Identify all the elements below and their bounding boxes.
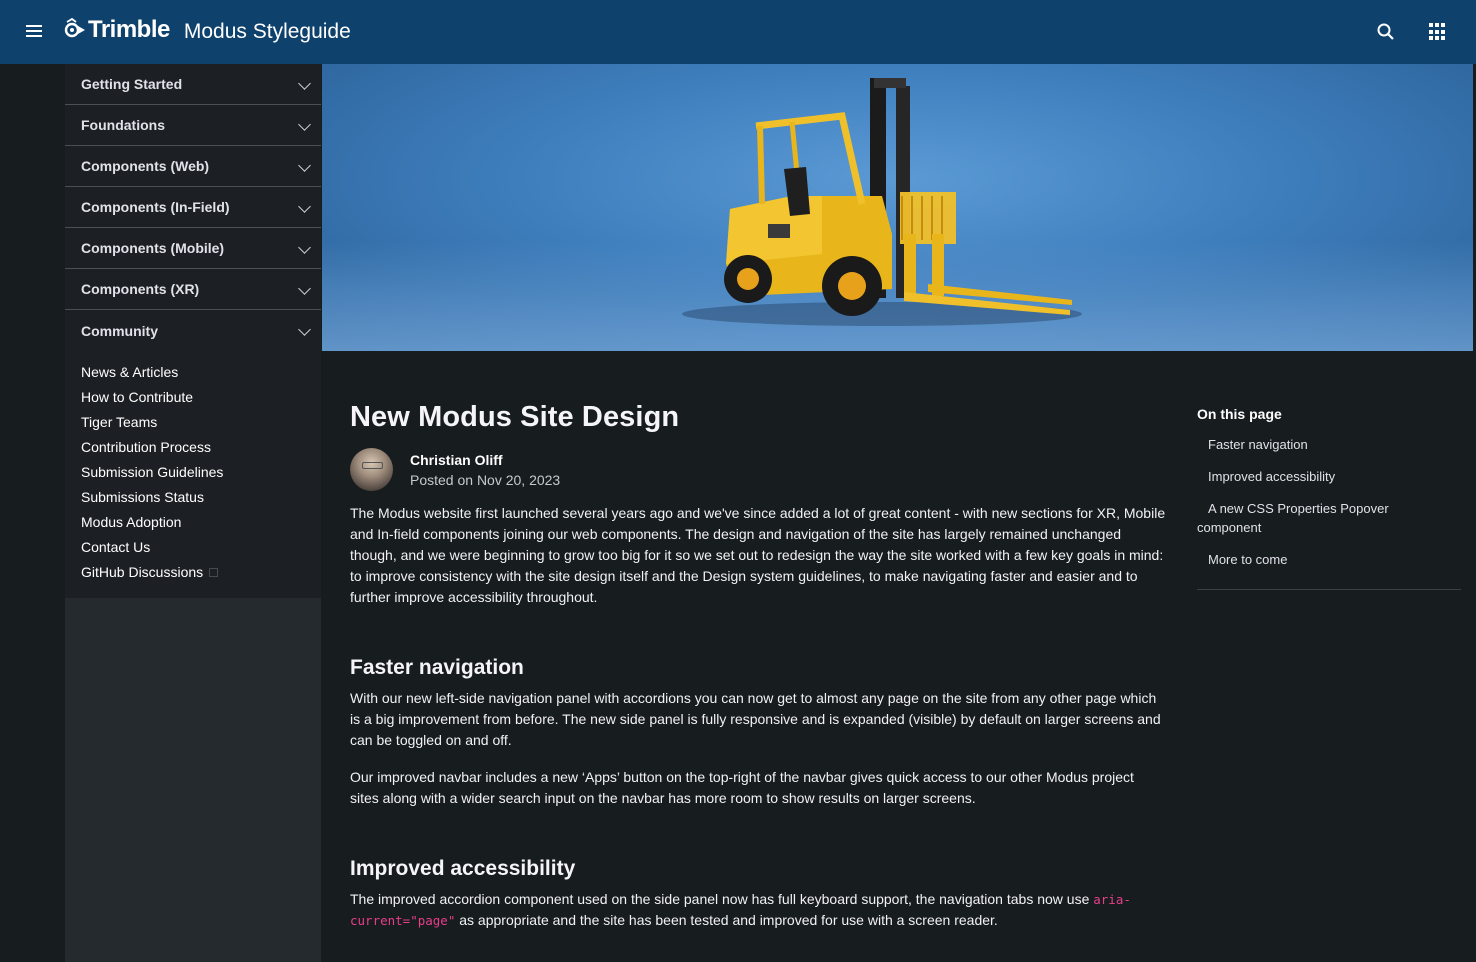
apps-grid-icon[interactable] bbox=[1429, 23, 1447, 41]
accordion-label: Getting Started bbox=[81, 76, 183, 92]
brand-name: Trimble bbox=[88, 16, 170, 43]
accordion-components-in-field[interactable]: Components (In-Field) bbox=[65, 187, 321, 228]
page-title: New Modus Site Design bbox=[350, 401, 680, 433]
chevron-down-icon bbox=[298, 241, 311, 254]
sidebar-item-submissions-status[interactable]: Submissions Status bbox=[65, 484, 321, 509]
on-this-page: On this page Faster navigation Improved … bbox=[1197, 406, 1461, 590]
menu-icon[interactable] bbox=[26, 22, 48, 42]
toc-item-more-to-come[interactable]: More to come bbox=[1197, 550, 1461, 569]
accordion-label: Community bbox=[81, 322, 158, 339]
author-block: Christian Oliff Posted on Nov 20, 2023 bbox=[350, 448, 1180, 491]
community-submenu: News & Articles How to Contribute Tiger … bbox=[65, 351, 321, 598]
paragraph-text: as appropriate and the site has been tes… bbox=[455, 912, 998, 928]
navbar: Trimble Modus Styleguide bbox=[0, 0, 1476, 64]
accordion-label: Components (In-Field) bbox=[81, 199, 230, 215]
accordion-components-mobile[interactable]: Components (Mobile) bbox=[65, 228, 321, 269]
product-name: Modus Styleguide bbox=[183, 20, 351, 43]
accordion-community[interactable]: Community bbox=[65, 310, 321, 351]
accordion-label: Components (Web) bbox=[81, 158, 210, 174]
accordion-label: Foundations bbox=[81, 117, 165, 133]
brand[interactable]: Trimble Modus Styleguide bbox=[64, 16, 351, 44]
faster-navigation-paragraph-2: Our improved navbar includes a new ‘Apps… bbox=[350, 769, 1134, 806]
toc-item-improved-accessibility[interactable]: Improved accessibility bbox=[1197, 467, 1461, 486]
toc-item-faster-navigation[interactable]: Faster navigation bbox=[1197, 435, 1461, 454]
external-link-icon bbox=[209, 568, 219, 577]
faster-navigation-paragraph-1: With our new left-side navigation panel … bbox=[350, 690, 1161, 748]
sidebar-item-how-to-contribute[interactable]: How to Contribute bbox=[65, 384, 321, 409]
toc-item-css-properties-popover[interactable]: A new CSS Properties Popover component bbox=[1197, 499, 1417, 537]
author-name: Christian Oliff bbox=[410, 451, 503, 468]
article: New Modus Site Design Christian Oliff Po… bbox=[350, 380, 1180, 931]
sidebar-item-submission-guidelines[interactable]: Submission Guidelines bbox=[65, 459, 321, 484]
sidebar-item-modus-adoption[interactable]: Modus Adoption bbox=[65, 509, 321, 534]
sidebar-item-label: GitHub Discussions bbox=[81, 563, 204, 580]
forklift-illustration bbox=[682, 78, 1082, 326]
intro-paragraph: The Modus website first launched several… bbox=[350, 505, 1166, 605]
toc-divider bbox=[1197, 589, 1461, 590]
sidebar-item-github-discussions[interactable]: GitHub Discussions bbox=[65, 559, 321, 584]
chevron-down-icon bbox=[298, 323, 311, 336]
sidebar-item-contact-us[interactable]: Contact Us bbox=[65, 534, 321, 559]
toc-title: On this page bbox=[1197, 406, 1282, 422]
paragraph-text: The improved accordion component used on… bbox=[350, 891, 1094, 907]
accordion-foundations[interactable]: Foundations bbox=[65, 105, 321, 146]
sidebar-item-news-articles[interactable]: News & Articles bbox=[65, 359, 321, 384]
accordion-components-web[interactable]: Components (Web) bbox=[65, 146, 321, 187]
post-date: Posted on Nov 20, 2023 bbox=[410, 471, 561, 488]
hero-image bbox=[322, 64, 1473, 351]
section-heading-improved-accessibility: Improved accessibility bbox=[350, 857, 576, 880]
accordion-label: Components (Mobile) bbox=[81, 240, 225, 256]
improved-accessibility-paragraph: The improved accordion component used on… bbox=[350, 889, 1165, 931]
chevron-down-icon bbox=[298, 118, 311, 131]
chevron-down-icon bbox=[298, 159, 311, 172]
chevron-down-icon bbox=[298, 200, 311, 213]
chevron-down-icon bbox=[298, 77, 311, 90]
side-navigation: Getting Started Foundations Components (… bbox=[65, 64, 321, 962]
sidebar-item-contribution-process[interactable]: Contribution Process bbox=[65, 434, 321, 459]
accordion-label: Components (XR) bbox=[81, 281, 200, 297]
accordion-getting-started[interactable]: Getting Started bbox=[65, 64, 321, 105]
left-gutter bbox=[0, 64, 65, 962]
avatar bbox=[350, 448, 393, 491]
chevron-down-icon bbox=[298, 282, 311, 295]
trimble-logo-icon bbox=[64, 17, 85, 38]
accordion-components-xr[interactable]: Components (XR) bbox=[65, 269, 321, 310]
search-icon[interactable] bbox=[1376, 22, 1396, 42]
section-heading-faster-navigation: Faster navigation bbox=[350, 656, 524, 679]
sidebar-item-tiger-teams[interactable]: Tiger Teams bbox=[65, 409, 321, 434]
